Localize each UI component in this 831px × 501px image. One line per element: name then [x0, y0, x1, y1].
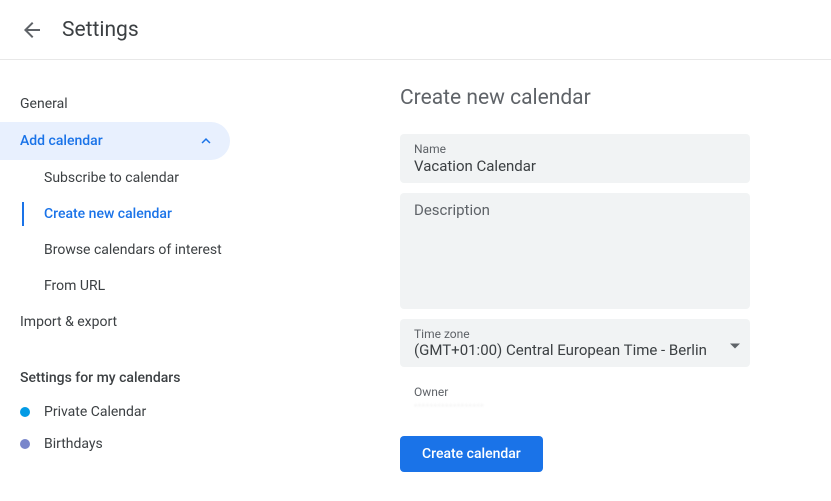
calendar-item-label: Private Calendar	[44, 404, 146, 420]
sidebar: General Add calendar Subscribe to calend…	[0, 60, 260, 472]
create-calendar-button[interactable]: Create calendar	[400, 436, 543, 472]
sidebar-item-general[interactable]: General	[0, 86, 260, 122]
owner-field: Owner ··················	[400, 377, 750, 422]
sidebar-item-label: Add calendar	[20, 133, 103, 149]
main-title: Create new calendar	[400, 86, 771, 110]
description-label: Description	[414, 201, 736, 219]
sidebar-item-import-export[interactable]: Import & export	[0, 304, 260, 340]
timezone-field[interactable]: Time zone (GMT+01:00) Central European T…	[400, 319, 750, 367]
sub-items: Subscribe to calendar Create new calenda…	[22, 160, 260, 304]
owner-label: Owner	[414, 385, 736, 399]
dropdown-arrow-icon	[730, 334, 740, 353]
calendar-item-private[interactable]: Private Calendar	[0, 396, 260, 428]
sidebar-item-create-new[interactable]: Create new calendar	[24, 196, 260, 232]
content: General Add calendar Subscribe to calend…	[0, 60, 831, 472]
color-dot-icon	[20, 407, 30, 417]
sidebar-item-from-url[interactable]: From URL	[24, 268, 260, 304]
timezone-value: (GMT+01:00) Central European Time - Berl…	[414, 341, 736, 359]
page-title: Settings	[62, 18, 139, 42]
sidebar-item-browse[interactable]: Browse calendars of interest	[24, 232, 260, 268]
timezone-label: Time zone	[414, 327, 736, 341]
chevron-up-icon	[197, 132, 215, 150]
owner-value: ··················	[414, 399, 736, 414]
calendar-item-label: Birthdays	[44, 436, 103, 452]
name-label: Name	[414, 142, 736, 156]
sidebar-item-add-calendar[interactable]: Add calendar	[0, 122, 230, 160]
color-dot-icon	[20, 439, 30, 449]
back-arrow-icon[interactable]	[20, 18, 44, 42]
settings-calendars-heading: Settings for my calendars	[0, 360, 260, 396]
name-input[interactable]	[414, 157, 736, 175]
calendar-item-birthdays[interactable]: Birthdays	[0, 428, 260, 460]
name-field[interactable]: Name	[400, 134, 750, 183]
description-field[interactable]: Description	[400, 193, 750, 309]
sidebar-item-subscribe[interactable]: Subscribe to calendar	[24, 160, 260, 196]
header: Settings	[0, 0, 831, 60]
main-panel: Create new calendar Name Description Tim…	[260, 60, 831, 472]
